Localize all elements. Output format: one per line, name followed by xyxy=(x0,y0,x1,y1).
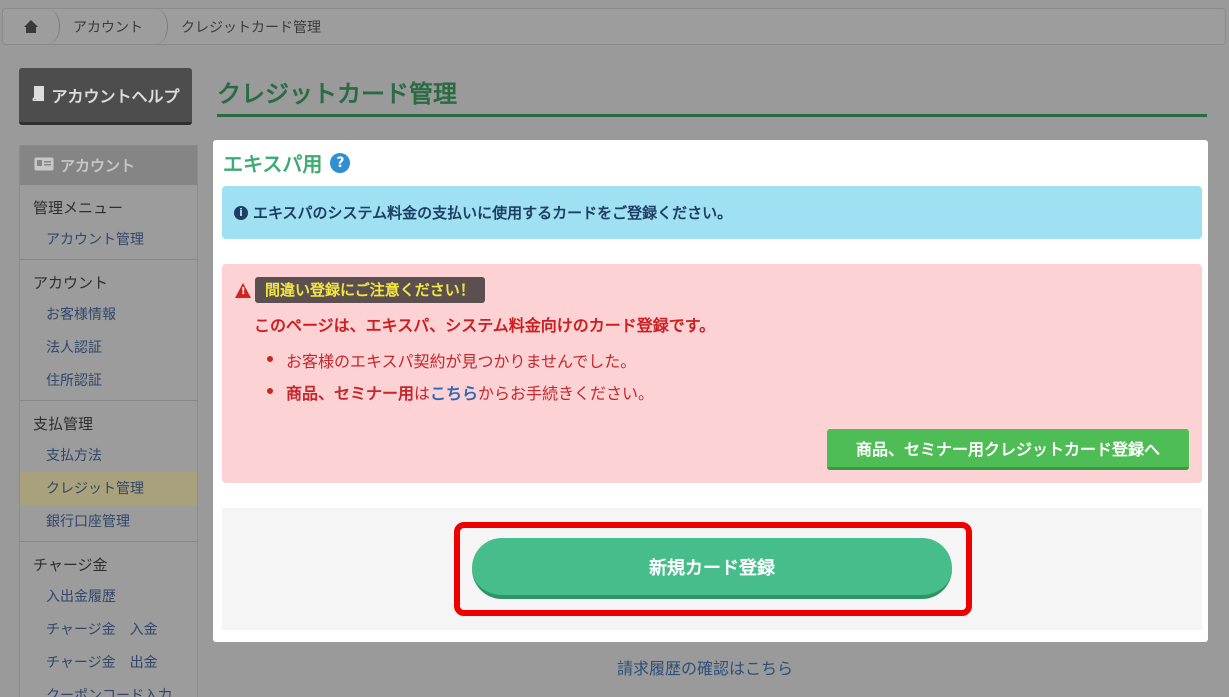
seminar-card-register-button[interactable]: 商品、セミナー用クレジットカード登録へ xyxy=(827,429,1189,470)
breadcrumb-home[interactable] xyxy=(3,9,60,44)
page-title: クレジットカード管理 xyxy=(217,80,457,108)
sidebar-item-payment-method[interactable]: 支払方法 xyxy=(20,439,197,472)
billing-history-link[interactable]: 請求履歴の確認はこちら xyxy=(617,655,793,679)
sidebar-section-title: 支払管理 xyxy=(33,415,94,433)
sidebar-section-title: 管理メニュー xyxy=(33,199,124,217)
here-link[interactable]: こちら xyxy=(430,384,478,403)
sidebar-header-label: アカウント xyxy=(60,157,136,175)
id-card-icon xyxy=(34,157,54,175)
sidebar-item-bank-account[interactable]: 銀行口座管理 xyxy=(20,505,197,538)
warning-lead-text: このページは、エキスパ、システム料金向けのカード登録です。 xyxy=(254,316,716,335)
warning-badge: 間違い登録にご注意ください！ xyxy=(255,277,485,303)
sidebar: アカウント 管理メニュー アカウント管理 アカウント お客様情報 法人認証 住所… xyxy=(19,145,198,697)
question-circle-icon[interactable]: ? xyxy=(330,152,351,173)
panel-footer: 新規カード登録 xyxy=(222,508,1202,630)
sidebar-item-charge-withdraw[interactable]: チャージ金 出金 xyxy=(20,646,197,679)
sidebar-item-address-verification[interactable]: 住所認証 xyxy=(20,364,197,397)
breadcrumb-account[interactable]: アカウント xyxy=(59,9,168,44)
warning-alert: ! 間違い登録にご注意ください！ このページは、エキスパ、システム料金向けのカー… xyxy=(222,264,1202,483)
new-card-register-button[interactable]: 新規カード登録 xyxy=(472,538,952,599)
list-item: お客様のエキスパ契約が見つかりませんでした。 xyxy=(266,348,654,372)
sidebar-section-admin-menu: 管理メニュー アカウント管理 xyxy=(20,185,197,260)
sidebar-section-charge: チャージ金 入出金履歴 チャージ金 入金 チャージ金 出金 クーポンコード入力 xyxy=(20,542,197,697)
account-help-button[interactable]: アカウントヘルプ xyxy=(19,68,192,125)
info-circle-icon: i xyxy=(234,205,248,220)
sidebar-item-account-management[interactable]: アカウント管理 xyxy=(20,223,197,256)
sidebar-header: アカウント xyxy=(20,146,197,185)
sidebar-item-coupon-code[interactable]: クーポンコード入力 xyxy=(20,679,197,697)
info-alert: i エキスパのシステム料金の支払いに使用するカードをご登録ください。 xyxy=(222,186,1202,239)
info-alert-text: エキスパのシステム料金の支払いに使用するカードをご登録ください。 xyxy=(253,204,733,222)
sidebar-section-title: チャージ金 xyxy=(33,556,108,574)
sidebar-section-payment: 支払管理 支払方法 クレジット管理 銀行口座管理 xyxy=(20,401,197,542)
warning-list: お客様のエキスパ契約が見つかりませんでした。 商品、セミナー用はこちらからお手続… xyxy=(266,348,655,412)
warning-bullet-end: からお手続きください。 xyxy=(478,384,655,403)
warning-bullet-text: お客様のエキスパ契約が見つかりませんでした。 xyxy=(286,352,637,371)
warning-bullet-mid: は xyxy=(414,384,431,403)
breadcrumb-current: クレジットカード管理 xyxy=(167,9,343,44)
breadcrumb: アカウント クレジットカード管理 xyxy=(2,8,1226,45)
panel-title: エキスパ用 ? xyxy=(223,148,351,177)
sidebar-section-title: アカウント xyxy=(33,274,109,292)
warning-triangle-icon: ! xyxy=(235,282,251,298)
list-item: 商品、セミナー用はこちらからお手続きください。 xyxy=(266,380,655,404)
sidebar-section-account: アカウント お客様情報 法人認証 住所認証 xyxy=(20,260,197,401)
warning-bullet-bold: 商品、セミナー用 xyxy=(286,384,415,403)
sidebar-item-customer-info[interactable]: お客様情報 xyxy=(20,298,197,331)
sidebar-item-charge-deposit[interactable]: チャージ金 入金 xyxy=(20,613,197,646)
credit-card-panel: エキスパ用 ? i エキスパのシステム料金の支払いに使用するカードをご登録くださ… xyxy=(213,140,1208,642)
title-divider xyxy=(217,114,1207,117)
sidebar-item-transaction-history[interactable]: 入出金履歴 xyxy=(20,580,197,613)
sidebar-item-corporate-verification[interactable]: 法人認証 xyxy=(20,331,197,364)
book-icon xyxy=(31,85,45,105)
breadcrumb-account-label[interactable]: アカウント xyxy=(73,17,143,37)
breadcrumb-current-label: クレジットカード管理 xyxy=(181,19,321,36)
account-help-label: アカウントヘルプ xyxy=(51,87,180,106)
sidebar-item-credit-management[interactable]: クレジット管理 xyxy=(20,472,197,505)
home-icon[interactable] xyxy=(23,19,39,34)
warning-header: ! 間違い登録にご注意ください！ xyxy=(235,277,485,303)
panel-title-label: エキスパ用 xyxy=(223,152,323,176)
